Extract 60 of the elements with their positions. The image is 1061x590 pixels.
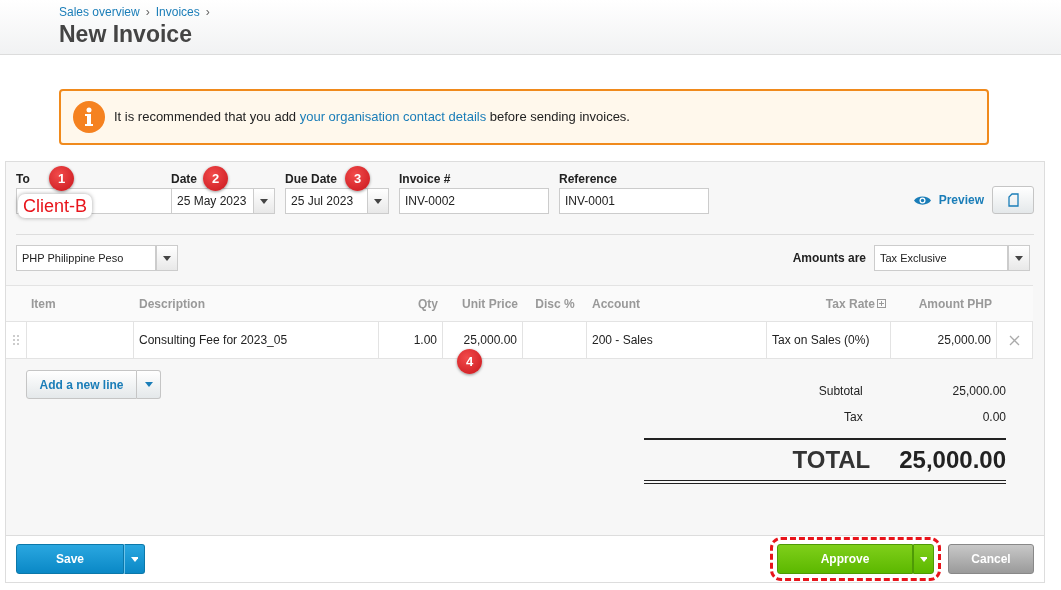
- caret-icon: [1015, 255, 1023, 261]
- contact-details-link[interactable]: your organisation contact details: [299, 109, 487, 125]
- page-title: New Invoice: [59, 21, 193, 49]
- caret-icon: [163, 255, 171, 261]
- input-field[interactable]: INV-0001: [559, 188, 709, 214]
- table-cell[interactable]: [26, 322, 134, 359]
- column-header: Qty: [418, 295, 438, 313]
- callout-tooltip: Client-B: [18, 194, 93, 218]
- amounts-label: Amounts are: [792, 250, 866, 267]
- caret-icon: [131, 556, 138, 562]
- table-cell[interactable]: Tax on Sales (0%): [767, 322, 891, 359]
- column-header: Amount PHP: [918, 295, 992, 313]
- field-label: Date: [171, 171, 197, 186]
- document-icon: [1007, 193, 1019, 207]
- field-label: Reference: [559, 171, 618, 186]
- caret-icon: [374, 198, 382, 204]
- expand-icon[interactable]: [877, 299, 886, 308]
- breadcrumb-link[interactable]: Sales overview: [59, 5, 140, 19]
- breadcrumb-separator: ›: [145, 5, 150, 19]
- total-label: Subtotal: [817, 383, 863, 400]
- field-label: To: [16, 171, 30, 186]
- table-cell[interactable]: Consulting Fee for 2023_05: [134, 322, 379, 359]
- caret-icon: [920, 556, 927, 562]
- close-icon[interactable]: [1009, 334, 1020, 346]
- step-marker: 1: [49, 166, 74, 191]
- table-cell[interactable]: 200 - Sales: [587, 322, 767, 359]
- add-line-menu-button[interactable]: [137, 370, 161, 399]
- grand-total-value: 25,000.00: [898, 445, 1006, 475]
- caret-icon: [260, 198, 268, 204]
- drag-handle-icon[interactable]: [13, 335, 19, 345]
- column-header: Account: [592, 295, 640, 313]
- step-marker: 3: [345, 166, 370, 191]
- table-cell[interactable]: 25,000.00: [891, 322, 997, 359]
- column-header: Description: [139, 295, 205, 313]
- total-label: Tax: [843, 409, 863, 426]
- approve-menu-button[interactable]: [913, 544, 934, 574]
- add-line-button[interactable]: Add a new line: [26, 370, 137, 399]
- table-cell[interactable]: 1.00: [379, 322, 443, 359]
- column-header: Tax Rate: [825, 295, 875, 313]
- column-header: Disc %: [535, 295, 575, 313]
- column-header: Unit Price: [462, 295, 518, 313]
- table-cell[interactable]: [523, 322, 587, 359]
- column-header: Item: [31, 295, 56, 313]
- breadcrumb-link[interactable]: Invoices: [155, 5, 200, 19]
- alert-message: It is recommended that you add your organisation contact details before sending invoices.: [114, 108, 630, 127]
- eye-icon: [913, 194, 931, 206]
- field-label: Due Date: [285, 171, 337, 186]
- grand-total-label: TOTAL: [791, 445, 871, 475]
- total-value: 25,000.00: [951, 383, 1006, 400]
- preview-link[interactable]: Preview: [913, 191, 984, 209]
- save-menu-button[interactable]: [124, 544, 145, 574]
- copy-button[interactable]: [992, 186, 1034, 214]
- caret-icon: [144, 382, 153, 387]
- step-marker: 2: [203, 166, 228, 191]
- info-icon: [73, 101, 105, 133]
- step-marker: 4: [457, 349, 482, 374]
- input-field[interactable]: INV-0002: [399, 188, 549, 214]
- field-label: Invoice #: [399, 171, 451, 186]
- breadcrumb-separator: ›: [205, 5, 210, 19]
- total-value: 0.00: [981, 409, 1006, 426]
